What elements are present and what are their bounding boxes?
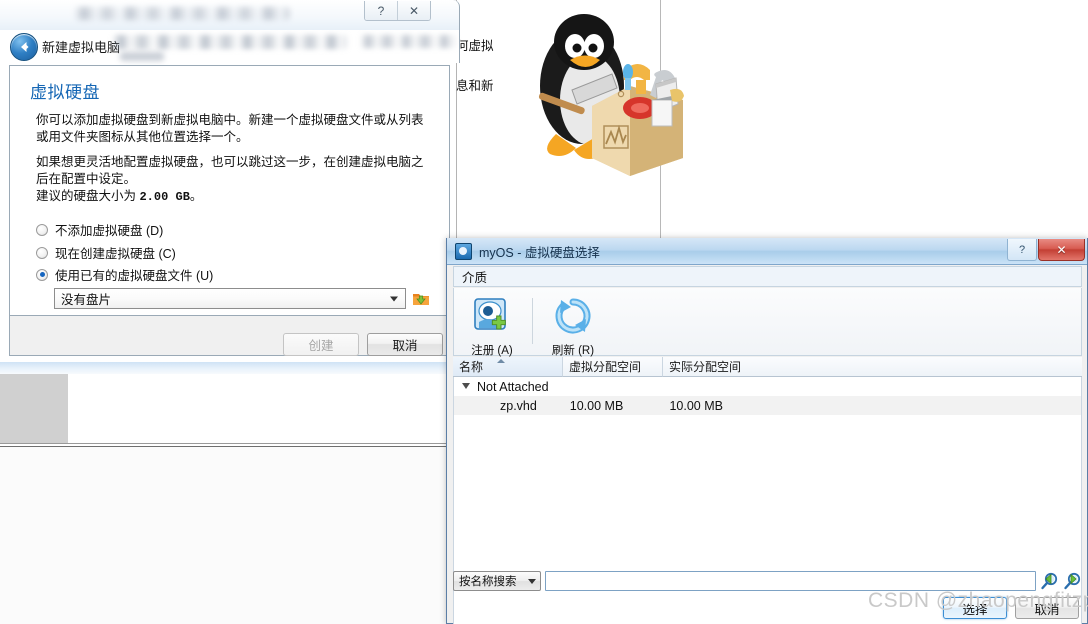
background-text-fragment-1: 何虚拟 — [456, 39, 494, 53]
search-bar: 按名称搜索 — [453, 570, 1082, 592]
refresh-button-label: 刷新 (R) — [551, 345, 595, 357]
recommended-size-line: 建议的硬盘大小为 2.00 GB。 — [36, 188, 428, 206]
search-mode-label: 按名称搜索 — [459, 576, 517, 588]
wizard-window-controls: ? ✕ — [364, 1, 431, 21]
search-input[interactable] — [545, 571, 1036, 591]
screenshot-root: 何虚拟 息和新 ? ✕ 新建虚拟电脑 虚拟硬盘 你可以添加虚拟硬盘到新虚拟电脑中… — [0, 0, 1088, 624]
wizard-blurred-text-2 — [360, 35, 456, 48]
wizard-paragraph-1: 你可以添加虚拟硬盘到新虚拟电脑中。新建一个虚拟硬盘文件或从列表或用文件夹图标从其… — [36, 113, 424, 144]
radio-option-no-disk[interactable]: 不添加虚拟硬盘 (D) — [36, 220, 163, 239]
wizard-name-label: 新建虚拟电脑 — [42, 40, 121, 55]
back-arrow-icon[interactable] — [10, 33, 38, 61]
search-previous-icon[interactable] — [1040, 572, 1059, 591]
radio-option-label: 现在创建虚拟硬盘 (C) — [55, 247, 176, 261]
hard-disk-selector-dialog: myOS - 虚拟硬盘选择 ? ✕ 介质 注册 (A) 刷新 (R) 名称 虚拟… — [446, 238, 1088, 624]
wizard-blurred-text-1 — [112, 35, 347, 49]
new-vm-wizard-dialog: ? ✕ 新建虚拟电脑 虚拟硬盘 你可以添加虚拟硬盘到新虚拟电脑中。新建一个虚拟硬… — [0, 0, 460, 363]
background-window-sidebar — [0, 374, 68, 444]
radio-option-create-disk[interactable]: 现在创建虚拟硬盘 (C) — [36, 243, 176, 262]
cancel-button[interactable]: 取消 — [1015, 597, 1079, 619]
register-button[interactable]: 注册 (A) — [462, 294, 522, 358]
recommended-size-suffix: 。 — [189, 189, 203, 203]
search-mode-select[interactable]: 按名称搜索 — [453, 571, 541, 591]
chevron-down-icon[interactable] — [390, 296, 398, 301]
radio-button-icon[interactable] — [36, 268, 48, 281]
recommended-size-prefix: 建议的硬盘大小为 — [36, 189, 140, 203]
cancel-button[interactable]: 取消 — [367, 333, 443, 356]
existing-disk-combo-row: 没有盘片 — [54, 288, 430, 309]
register-disk-icon — [472, 296, 512, 339]
refresh-button[interactable]: 刷新 (R) — [543, 294, 603, 358]
existing-disk-combo-value: 没有盘片 — [61, 293, 112, 307]
wizard-paragraph-2: 如果想更灵活地配置虚拟硬盘，也可以跳过这一步，在创建虚拟电脑之后在配置中设定。 — [36, 155, 424, 186]
selector-titlebar: myOS - 虚拟硬盘选择 ? ✕ — [447, 238, 1087, 265]
selector-menubar: 介质 — [453, 266, 1082, 287]
column-header-label: 名称 — [459, 360, 484, 374]
radio-button-icon[interactable] — [36, 223, 48, 236]
selector-footer: 选择 取消 — [943, 597, 1079, 619]
background-text-fragment-2: 息和新 — [456, 79, 494, 93]
radio-option-use-existing-disk[interactable]: 使用已有的虚拟硬盘文件 (U) — [36, 265, 213, 284]
background-window-content — [68, 374, 446, 444]
column-header-virtual-size[interactable]: 虚拟分配空间 — [563, 357, 663, 377]
close-icon[interactable]: ✕ — [1038, 239, 1085, 261]
recommended-size-value: 2.00 GB — [139, 190, 190, 204]
select-button[interactable]: 选择 — [943, 597, 1007, 619]
sort-ascending-icon — [497, 359, 505, 363]
chevron-down-icon[interactable] — [528, 578, 536, 584]
help-icon[interactable]: ? — [1007, 239, 1037, 261]
tux-penguin-toolbox-icon — [520, 8, 700, 213]
menu-item-media[interactable]: 介质 — [454, 267, 495, 286]
selector-window-controls: ? ✕ — [1007, 239, 1085, 261]
table-row[interactable]: Not Attached — [454, 377, 1081, 396]
column-header-label: 虚拟分配空间 — [569, 360, 642, 374]
close-icon[interactable]: ✕ — [398, 1, 430, 20]
table-row[interactable]: zp.vhd 10.00 MB 10.00 MB — [454, 396, 1081, 415]
help-icon[interactable]: ? — [365, 1, 398, 20]
column-header-label: 实际分配空间 — [669, 360, 742, 374]
register-button-label: 注册 (A) — [471, 345, 513, 357]
wizard-blurred-title — [74, 7, 290, 20]
background-window-lower-pane — [0, 446, 446, 624]
selector-title: myOS - 虚拟硬盘选择 — [479, 245, 600, 260]
open-folder-icon[interactable] — [412, 291, 430, 307]
create-button[interactable]: 创建 — [283, 333, 359, 356]
wizard-blurred-text-3 — [120, 52, 164, 61]
page-title: 虚拟硬盘 — [30, 83, 100, 102]
row-group-name: Not Attached — [477, 379, 549, 394]
row-disk-actual-size: 10.00 MB — [669, 398, 723, 413]
row-disk-virtual-size: 10.00 MB — [569, 398, 624, 413]
column-header-actual-size[interactable]: 实际分配空间 — [663, 357, 1082, 377]
existing-disk-combo[interactable]: 没有盘片 — [54, 288, 406, 309]
toolbar-separator — [532, 298, 533, 344]
virtualbox-disk-icon — [455, 242, 472, 260]
radio-option-label: 使用已有的虚拟硬盘文件 (U) — [55, 269, 214, 283]
tree-expander-icon[interactable] — [462, 382, 471, 391]
search-next-icon[interactable] — [1063, 572, 1082, 591]
row-disk-name: zp.vhd — [500, 398, 537, 413]
radio-button-icon[interactable] — [36, 246, 48, 259]
wizard-titlebar: ? ✕ — [0, 0, 460, 30]
refresh-icon — [553, 296, 593, 339]
selector-toolbar: 注册 (A) 刷新 (R) — [453, 288, 1082, 358]
table-header-row: 名称 虚拟分配空间 实际分配空间 — [453, 357, 1082, 377]
column-header-name[interactable]: 名称 — [453, 357, 563, 377]
radio-option-label: 不添加虚拟硬盘 (D) — [55, 224, 164, 238]
